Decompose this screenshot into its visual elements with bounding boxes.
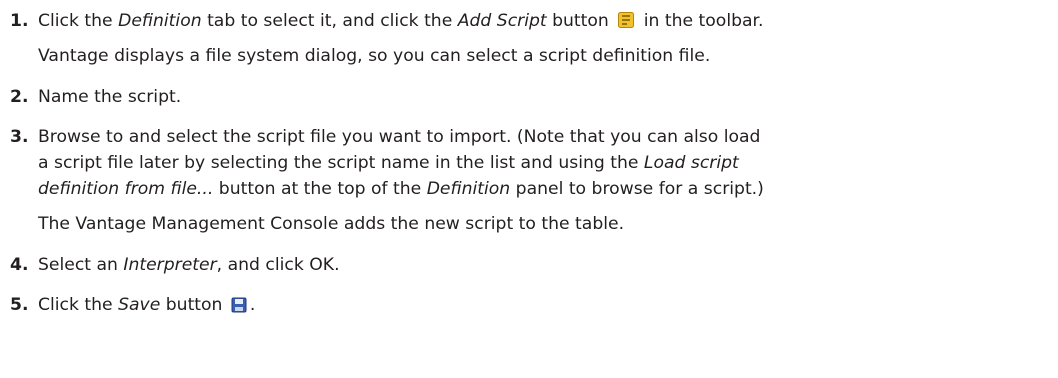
step-number: 1. xyxy=(10,11,29,31)
instructions-document: 1. Click the Definition tab to select it,… xyxy=(0,0,1058,378)
button-name: Save xyxy=(118,295,161,315)
step-text: Click the xyxy=(38,11,119,31)
step-text: Browse to and select the script file you… xyxy=(38,127,761,147)
step-text: button at the top of the xyxy=(213,179,427,199)
step-text: Click the xyxy=(38,295,119,315)
step-3-line-2: a script file later by selecting the scr… xyxy=(38,153,739,174)
step-1-result: Vantage displays a file system dialog, s… xyxy=(38,46,711,66)
step-text: Name the script. xyxy=(38,87,182,107)
add-script-icon xyxy=(617,11,635,29)
step-number: 5. xyxy=(10,295,29,315)
step-text: tab to select it, and click the xyxy=(201,11,458,31)
step-2: 2. Name the script. xyxy=(10,87,181,108)
step-text: Select an xyxy=(38,255,124,275)
button-name: definition from file... xyxy=(38,179,214,199)
step-number: 4. xyxy=(10,255,29,275)
field-name: Interpreter xyxy=(123,255,217,275)
step-3-result: The Vantage Management Console adds the … xyxy=(38,214,625,234)
step-text: , and click OK. xyxy=(216,255,340,275)
step-text: button xyxy=(160,295,228,315)
step-text: . xyxy=(249,295,256,315)
button-name: Load script xyxy=(643,153,739,173)
step-1: 1. Click the Definition tab to select it,… xyxy=(10,11,764,32)
tab-name: Definition xyxy=(118,11,202,31)
step-3: 3. Browse to and select the script file y… xyxy=(10,127,760,148)
step-number: 3. xyxy=(10,127,29,147)
step-3-line-3: definition from file... button at the to… xyxy=(38,179,764,200)
step-text: a script file later by selecting the scr… xyxy=(38,153,644,173)
step-4: 4. Select an Interpreter, and click OK. xyxy=(10,255,340,276)
button-name: Add Script xyxy=(457,11,547,31)
step-text: button xyxy=(546,11,615,31)
step-text: in the toolbar. xyxy=(638,11,764,31)
step-5: 5. Click the Save button . xyxy=(10,295,255,316)
step-text: panel to browse for a script.) xyxy=(510,179,764,199)
save-icon xyxy=(231,297,247,313)
step-number: 2. xyxy=(10,87,29,107)
panel-name: Definition xyxy=(426,179,511,199)
